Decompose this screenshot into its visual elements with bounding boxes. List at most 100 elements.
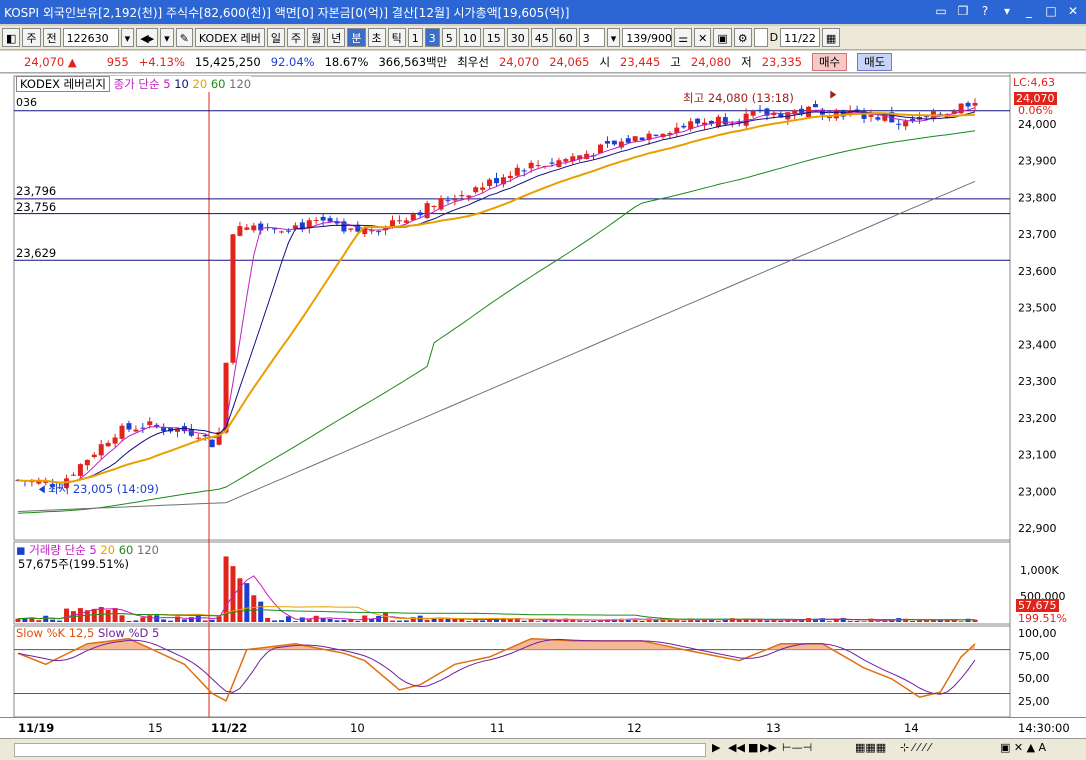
period-week[interactable]: 주 (287, 28, 306, 47)
legend-ma120: 120 (229, 77, 252, 91)
prev-icon[interactable]: ◀▸ (136, 28, 159, 47)
menu-icon[interactable]: ▾ (998, 3, 1016, 20)
volume-bar (591, 620, 597, 622)
period-day[interactable]: 일 (266, 28, 286, 47)
candle-body (91, 454, 97, 458)
scroll-bar[interactable]: ▶ ◀◀ ■ ▶▶ ⊢—⊣ ▦▦▦ ⊹ ⁄ ⁄ ⁄ ⁄ ▣ ✕ ▲ A (0, 738, 1086, 760)
legend-ma10: 10 (174, 77, 189, 91)
candle-body (279, 231, 285, 233)
volume-bar (521, 620, 527, 622)
search-icon[interactable]: ▾ (120, 28, 135, 47)
volume-bar (306, 619, 312, 622)
edit-icon[interactable]: ✎ (175, 28, 193, 47)
period-type-select[interactable]: 주 (22, 28, 41, 47)
volume-bar (272, 620, 278, 622)
chart-area[interactable]: 24,000 23,900 23,800 23,700 23,600 23,500 23,4… (0, 74, 1086, 738)
interval-3[interactable]: 3 (424, 28, 440, 47)
volume-bar (258, 601, 264, 622)
code-input[interactable]: 122630 (62, 28, 119, 47)
candle-body (480, 187, 486, 190)
last-icon[interactable]: ▶▶ (760, 741, 777, 754)
first-icon[interactable]: ◀◀ (728, 741, 745, 754)
compare-icon[interactable]: ▾ (160, 28, 174, 47)
interval-dropdown-icon[interactable]: ▾ (606, 28, 621, 47)
period-month[interactable]: 월 (307, 28, 326, 47)
prev-button[interactable]: 전 (42, 28, 61, 47)
calendar-icon[interactable]: ▦ (821, 28, 841, 47)
gear-icon[interactable]: ⚙ (733, 28, 752, 47)
stop-icon[interactable]: ■ (748, 741, 758, 754)
count-field[interactable]: 139/900 (622, 28, 673, 47)
interval-60[interactable]: 60 (554, 28, 577, 47)
period-tick[interactable]: 틱 (387, 28, 406, 47)
date-input[interactable]: 11/22 (780, 28, 820, 47)
interval-1[interactable]: 1 (407, 28, 423, 47)
volume-bar (15, 618, 21, 622)
volume-bar (50, 619, 56, 622)
price-tick: 23,500 (1018, 302, 1057, 315)
volume-bar (36, 620, 42, 622)
save-icon[interactable]: ▣ (713, 28, 732, 47)
volume-bar (584, 620, 590, 622)
candle-body (487, 179, 493, 186)
xlabel-12: 12 (627, 721, 642, 735)
help-icon[interactable]: ? (976, 3, 994, 20)
price-tick: 24,000 (1018, 118, 1057, 131)
stock-chart[interactable]: 24,000 23,900 23,800 23,700 23,600 23,500 23,4… (0, 74, 1086, 738)
candle-body (632, 136, 638, 142)
period-minute[interactable]: 분 (347, 28, 366, 47)
volume: 15,425,250 (194, 54, 261, 69)
sell-button[interactable]: 매도 (857, 52, 893, 71)
volume-bar (355, 621, 361, 622)
grid-icon[interactable]: ▦▦▦ (855, 741, 886, 754)
layout-icon[interactable]: ◧ (2, 28, 21, 47)
volume-bar (188, 617, 194, 622)
scroll-track[interactable] (14, 743, 706, 757)
tool-icon[interactable]: ⚌ (674, 28, 693, 47)
close-icon[interactable]: ✕ (1064, 3, 1082, 20)
d-checkbox[interactable] (753, 28, 768, 47)
period-year[interactable]: 년 (327, 28, 346, 47)
interval-input[interactable]: 3 (578, 28, 605, 47)
interval-5[interactable]: 5 (441, 28, 457, 47)
volume-bar (910, 621, 916, 622)
candle-body (923, 116, 929, 118)
legend-ma60: 60 (210, 77, 226, 91)
interval-10[interactable]: 10 (458, 28, 481, 47)
stock-name-field: KODEX 레버 (194, 28, 265, 47)
volume-bar (778, 620, 784, 622)
candle-body (147, 421, 153, 426)
interval-30[interactable]: 30 (506, 28, 529, 47)
volume-plot (15, 556, 978, 622)
stoch-plot (14, 637, 1010, 702)
interval-45[interactable]: 45 (530, 28, 553, 47)
candle-body (695, 118, 701, 124)
volume-bar (77, 608, 83, 622)
restore-icon[interactable]: ❐ (954, 3, 972, 20)
candle-body (369, 230, 375, 232)
candle-body (112, 437, 118, 444)
max-icon[interactable]: □ (1042, 3, 1060, 20)
period-second[interactable]: 초 (367, 28, 386, 47)
misc-icon[interactable]: ▣ ✕ ▲ A (1000, 741, 1046, 754)
zoom-icon[interactable]: ⊢—⊣ (782, 741, 812, 754)
candle-body (327, 218, 333, 222)
candle-body (528, 162, 534, 169)
best-ask-label: 최우선 (457, 54, 489, 69)
candle-body (237, 226, 243, 236)
scroll-prev-icon[interactable]: ▶ (712, 741, 720, 754)
candle-body (903, 121, 909, 127)
stoch-tick-100: 100,00 (1018, 627, 1057, 640)
cross-icon[interactable]: ✕ (694, 28, 712, 47)
volume-bar (764, 620, 770, 622)
volume-bar (341, 619, 347, 622)
interval-15[interactable]: 15 (482, 28, 505, 47)
minimize-icon[interactable]: ▭ (932, 3, 950, 20)
tools-icon[interactable]: ⊹ ⁄ ⁄ ⁄ ⁄ (900, 741, 931, 754)
buy-button[interactable]: 매수 (811, 52, 848, 71)
min-icon[interactable]: _ (1020, 3, 1038, 20)
vol-tag: 57,675 (1016, 599, 1059, 612)
volume-bar (279, 620, 285, 622)
candle-body (355, 224, 361, 232)
stoch-tick-25: 25,00 (1018, 695, 1050, 708)
